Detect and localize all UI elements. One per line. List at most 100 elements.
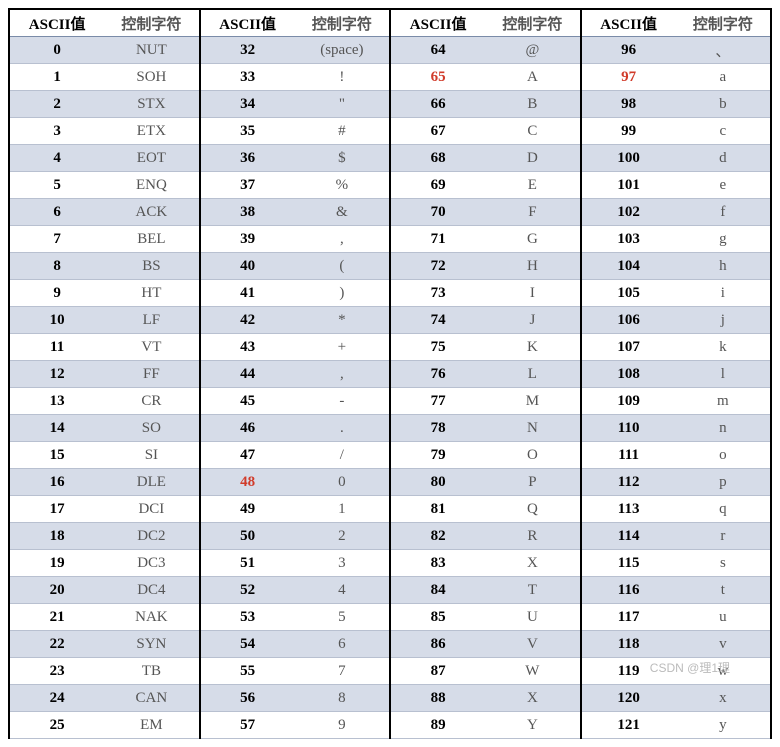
control-char-cell: LF bbox=[104, 307, 199, 334]
ascii-value-cell: 37 bbox=[200, 172, 295, 199]
control-char-cell: P bbox=[485, 469, 580, 496]
ascii-value-cell: 113 bbox=[581, 496, 676, 523]
control-char-cell: FF bbox=[104, 361, 199, 388]
ascii-value-cell: 112 bbox=[581, 469, 676, 496]
ascii-value-cell: 24 bbox=[9, 685, 104, 712]
control-char-cell: B bbox=[485, 91, 580, 118]
control-char-cell: . bbox=[295, 415, 390, 442]
ascii-value-cell: 86 bbox=[390, 631, 485, 658]
control-char-cell: STX bbox=[104, 91, 199, 118]
ascii-value-cell: 8 bbox=[9, 253, 104, 280]
control-char-cell: a bbox=[676, 64, 771, 91]
ascii-value-cell: 13 bbox=[9, 388, 104, 415]
table-row: 22SYN54686V118v bbox=[9, 631, 771, 658]
ascii-value-cell: 101 bbox=[581, 172, 676, 199]
control-char-cell: M bbox=[485, 388, 580, 415]
control-char-cell: CR bbox=[104, 388, 199, 415]
ascii-value-cell: 99 bbox=[581, 118, 676, 145]
ascii-table: ASCII值控制字符ASCII值控制字符ASCII值控制字符ASCII值控制字符… bbox=[8, 8, 772, 739]
ascii-value-cell: 82 bbox=[390, 523, 485, 550]
ascii-value-cell: 83 bbox=[390, 550, 485, 577]
control-char-cell: C bbox=[485, 118, 580, 145]
ascii-value-cell: 67 bbox=[390, 118, 485, 145]
table-header: ASCII值控制字符ASCII值控制字符ASCII值控制字符ASCII值控制字符 bbox=[9, 9, 771, 37]
control-char-cell: @ bbox=[485, 37, 580, 64]
ascii-value-cell: 34 bbox=[200, 91, 295, 118]
ascii-value-cell: 48 bbox=[200, 469, 295, 496]
ascii-value-cell: 43 bbox=[200, 334, 295, 361]
control-char-cell: U bbox=[485, 604, 580, 631]
control-char-cell: SO bbox=[104, 415, 199, 442]
table-row: 6ACK38&70F102f bbox=[9, 199, 771, 226]
control-char-cell: y bbox=[676, 712, 771, 739]
control-char-cell: K bbox=[485, 334, 580, 361]
control-char-cell: j bbox=[676, 307, 771, 334]
ascii-value-cell: 25 bbox=[9, 712, 104, 739]
ascii-value-cell: 9 bbox=[9, 280, 104, 307]
ascii-value-cell: 120 bbox=[581, 685, 676, 712]
header-control-char: 控制字符 bbox=[104, 9, 199, 37]
table-row: 1SOH33!65A97a bbox=[9, 64, 771, 91]
ascii-value-cell: 0 bbox=[9, 37, 104, 64]
ascii-value-cell: 81 bbox=[390, 496, 485, 523]
control-char-cell: 7 bbox=[295, 658, 390, 685]
control-char-cell: e bbox=[676, 172, 771, 199]
ascii-value-cell: 52 bbox=[200, 577, 295, 604]
control-char-cell: i bbox=[676, 280, 771, 307]
control-char-cell: 2 bbox=[295, 523, 390, 550]
ascii-value-cell: 21 bbox=[9, 604, 104, 631]
header-ascii-value: ASCII值 bbox=[581, 9, 676, 37]
control-char-cell: EOT bbox=[104, 145, 199, 172]
ascii-value-cell: 87 bbox=[390, 658, 485, 685]
header-ascii-value: ASCII值 bbox=[9, 9, 104, 37]
header-ascii-value: ASCII值 bbox=[390, 9, 485, 37]
control-char-cell: ! bbox=[295, 64, 390, 91]
ascii-value-cell: 84 bbox=[390, 577, 485, 604]
control-char-cell: F bbox=[485, 199, 580, 226]
control-char-cell: n bbox=[676, 415, 771, 442]
control-char-cell: SOH bbox=[104, 64, 199, 91]
control-char-cell: HT bbox=[104, 280, 199, 307]
control-char-cell: 1 bbox=[295, 496, 390, 523]
ascii-value-cell: 18 bbox=[9, 523, 104, 550]
control-char-cell: & bbox=[295, 199, 390, 226]
ascii-value-cell: 44 bbox=[200, 361, 295, 388]
ascii-value-cell: 15 bbox=[9, 442, 104, 469]
ascii-value-cell: 80 bbox=[390, 469, 485, 496]
control-char-cell: ETX bbox=[104, 118, 199, 145]
table-row: 11VT43+75K107k bbox=[9, 334, 771, 361]
control-char-cell: u bbox=[676, 604, 771, 631]
ascii-value-cell: 11 bbox=[9, 334, 104, 361]
ascii-value-cell: 118 bbox=[581, 631, 676, 658]
control-char-cell: v bbox=[676, 631, 771, 658]
ascii-value-cell: 35 bbox=[200, 118, 295, 145]
ascii-value-cell: 57 bbox=[200, 712, 295, 739]
control-char-cell: + bbox=[295, 334, 390, 361]
ascii-value-cell: 17 bbox=[9, 496, 104, 523]
ascii-value-cell: 36 bbox=[200, 145, 295, 172]
table-row: 2STX34"66B98b bbox=[9, 91, 771, 118]
header-control-char: 控制字符 bbox=[485, 9, 580, 37]
table-row: 18DC250282R114r bbox=[9, 523, 771, 550]
table-row: 13CR45-77M109m bbox=[9, 388, 771, 415]
control-char-cell: Y bbox=[485, 712, 580, 739]
table-row: 14SO46.78N110n bbox=[9, 415, 771, 442]
control-char-cell: f bbox=[676, 199, 771, 226]
ascii-value-cell: 70 bbox=[390, 199, 485, 226]
control-char-cell: p bbox=[676, 469, 771, 496]
table-row: 24CAN56888X120x bbox=[9, 685, 771, 712]
control-char-cell: ) bbox=[295, 280, 390, 307]
ascii-value-cell: 1 bbox=[9, 64, 104, 91]
ascii-value-cell: 4 bbox=[9, 145, 104, 172]
control-char-cell: x bbox=[676, 685, 771, 712]
ascii-value-cell: 14 bbox=[9, 415, 104, 442]
control-char-cell: DC2 bbox=[104, 523, 199, 550]
control-char-cell: V bbox=[485, 631, 580, 658]
ascii-value-cell: 42 bbox=[200, 307, 295, 334]
control-char-cell: X bbox=[485, 685, 580, 712]
control-char-cell: D bbox=[485, 145, 580, 172]
table-row: 9HT41)73I105i bbox=[9, 280, 771, 307]
ascii-value-cell: 107 bbox=[581, 334, 676, 361]
ascii-value-cell: 106 bbox=[581, 307, 676, 334]
ascii-value-cell: 85 bbox=[390, 604, 485, 631]
